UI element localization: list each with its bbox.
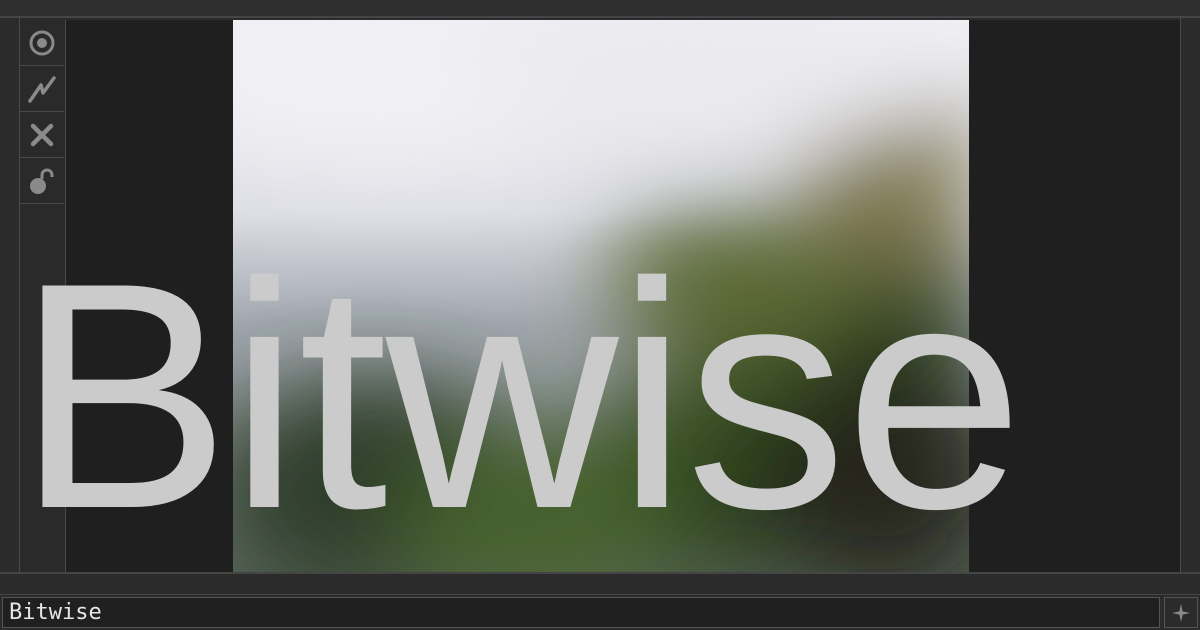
app-window: Bitwise Bitwise — [0, 0, 1200, 630]
toolbar-button-close[interactable] — [20, 112, 64, 158]
toolbar-button-unlock[interactable] — [20, 158, 64, 204]
command-bar: Bitwise — [0, 594, 1200, 630]
overlay-title: Bitwise — [16, 217, 1024, 576]
top-strip — [0, 0, 1200, 18]
right-scrollbar[interactable] — [1180, 18, 1200, 572]
plus-icon — [1172, 603, 1190, 622]
eye-icon — [29, 30, 55, 55]
command-input[interactable]: Bitwise — [2, 597, 1160, 628]
toolbar-button-activity[interactable] — [20, 66, 64, 112]
close-icon — [30, 123, 54, 146]
toolbar-button-view[interactable] — [20, 20, 64, 66]
add-button[interactable] — [1164, 597, 1198, 628]
lightning-icon — [28, 75, 56, 103]
bottom-separator — [0, 572, 1200, 594]
unlock-icon — [30, 168, 54, 194]
